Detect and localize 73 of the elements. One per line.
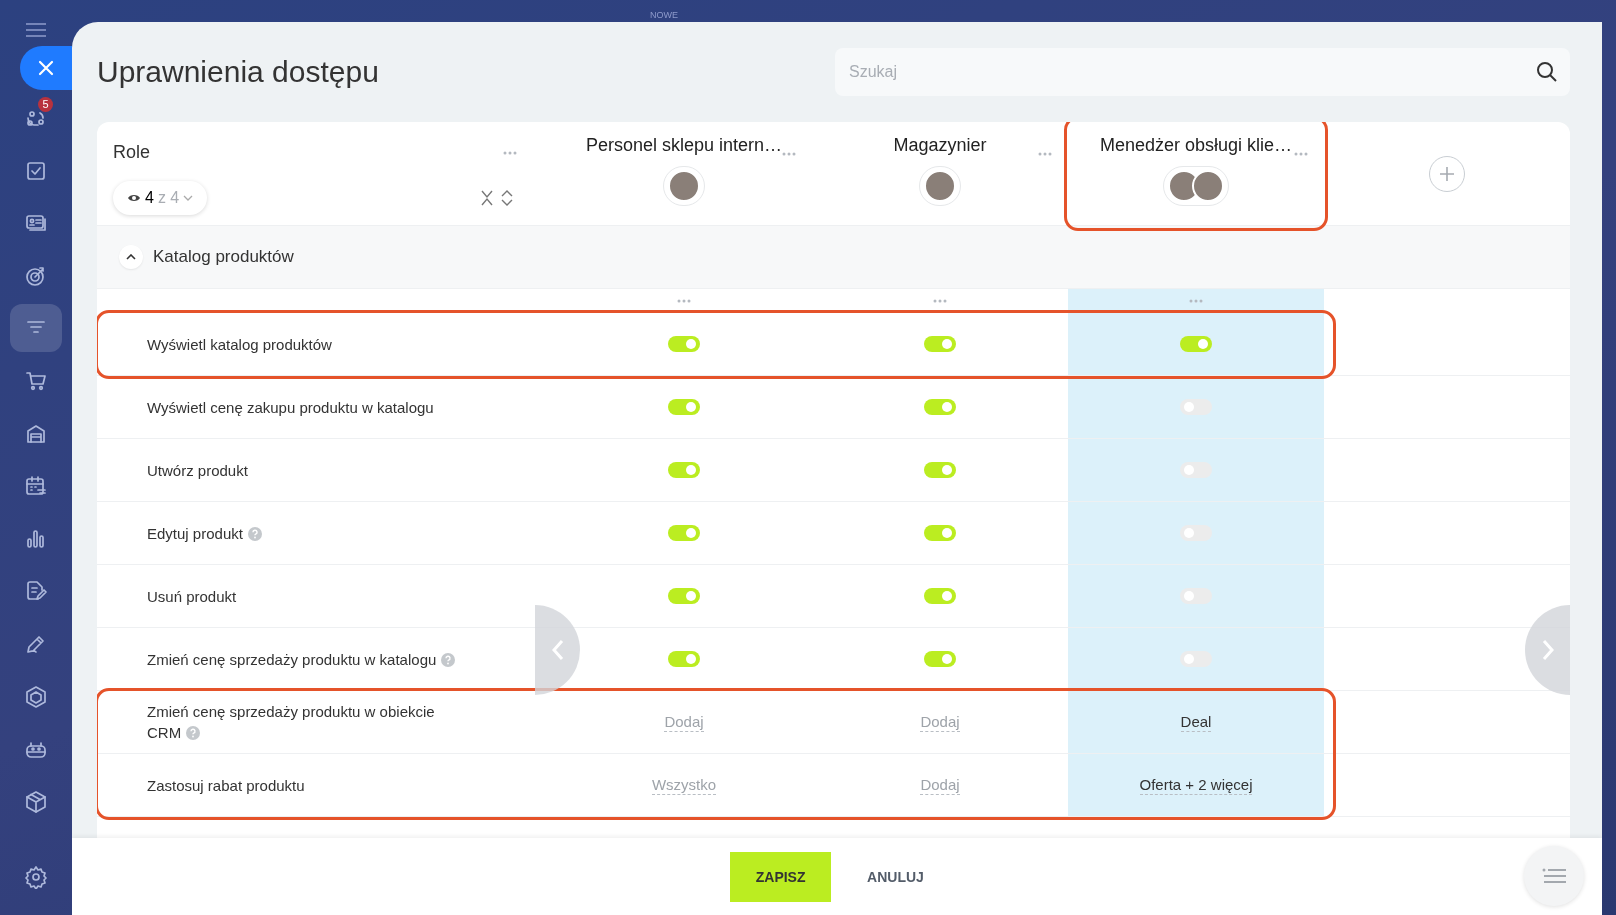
- toggle-switch[interactable]: [1180, 462, 1212, 478]
- toggle-switch[interactable]: [1180, 525, 1212, 541]
- toggle-switch[interactable]: [924, 462, 956, 478]
- help-icon[interactable]: [441, 652, 456, 667]
- more-icon[interactable]: [782, 152, 796, 156]
- permission-label: Utwórz produkt: [147, 460, 248, 481]
- permission-label: Zmień cenę sprzedaży produktu w obiekcie CRM: [147, 702, 436, 743]
- more-icon[interactable]: [677, 299, 691, 303]
- page-title: Uprawnienia dostępu: [97, 55, 379, 89]
- permission-label: Zastosuj rabat produktu: [147, 775, 305, 796]
- toggle-switch[interactable]: [1180, 336, 1212, 352]
- list-icon: [1542, 867, 1566, 885]
- save-button[interactable]: ZAPISZ: [730, 851, 832, 902]
- collapse-section-button[interactable]: [119, 245, 143, 269]
- toggle-switch[interactable]: [924, 399, 956, 415]
- search-icon[interactable]: [1536, 61, 1558, 83]
- toggle-switch[interactable]: [1180, 651, 1212, 667]
- help-icon[interactable]: [247, 526, 262, 541]
- toggle-switch[interactable]: [924, 525, 956, 541]
- close-button[interactable]: [20, 46, 72, 90]
- toggle-switch[interactable]: [668, 651, 700, 667]
- access-selector[interactable]: Deal: [1180, 712, 1212, 732]
- toggle-switch[interactable]: [924, 588, 956, 604]
- avatar-photo: [668, 170, 700, 202]
- more-icon[interactable]: [1038, 152, 1052, 156]
- avatar-photo: [924, 170, 956, 202]
- sidebar-item[interactable]: 5: [10, 94, 62, 142]
- section-title: Katalog produktów: [153, 247, 294, 267]
- role-name: Magazynier: [893, 135, 987, 156]
- eye-icon: [127, 193, 141, 203]
- more-icon[interactable]: [1294, 152, 1308, 156]
- toggle-switch[interactable]: [1180, 399, 1212, 415]
- permission-label: Wyświetl cenę zakupu produktu w katalogu: [147, 397, 434, 418]
- collapse-all-icon[interactable]: [481, 190, 493, 206]
- role-name: Personel sklepu intern…: [585, 135, 783, 156]
- toggle-switch[interactable]: [1180, 588, 1212, 604]
- more-icon[interactable]: [503, 150, 517, 155]
- box-icon: [24, 789, 48, 814]
- more-icon[interactable]: [1189, 299, 1203, 303]
- chevron-down-icon: [183, 195, 194, 201]
- toggle-switch[interactable]: [668, 336, 700, 352]
- role-column-title: Role: [113, 142, 151, 163]
- toggle-switch[interactable]: [924, 651, 956, 667]
- permission-label: Zmień cenę sprzedaży produktu w katalogu: [147, 648, 456, 670]
- visible-roles-dropdown[interactable]: 4 z 4: [113, 181, 208, 215]
- cancel-button[interactable]: ANULUJ: [847, 851, 944, 902]
- toggle-switch[interactable]: [668, 462, 700, 478]
- permission-label: Wyświetl katalog produktów: [147, 334, 332, 355]
- menu-icon[interactable]: [25, 22, 47, 38]
- plus-icon: [1440, 166, 1454, 181]
- background-label: NOWE: [650, 10, 678, 20]
- permission-label: Usuń produkt: [147, 586, 237, 607]
- close-icon: [38, 60, 54, 76]
- toggle-switch[interactable]: [924, 336, 956, 352]
- expand-all-icon[interactable]: [501, 190, 513, 206]
- toggle-switch[interactable]: [668, 588, 700, 604]
- notification-badge: 5: [38, 97, 53, 112]
- access-selector[interactable]: Oferta + 2 więcej: [1139, 775, 1253, 795]
- sidebar-item[interactable]: [10, 304, 62, 353]
- list-menu-button[interactable]: [1524, 846, 1584, 906]
- toggle-switch[interactable]: [668, 525, 700, 541]
- toggle-switch[interactable]: [668, 399, 700, 415]
- chevron-up-icon: [126, 254, 136, 260]
- add-role-button[interactable]: [1429, 155, 1465, 192]
- more-icon[interactable]: [933, 299, 947, 303]
- search-field[interactable]: Szukaj: [835, 48, 1570, 96]
- hexagon-icon: [24, 684, 48, 709]
- chevron-left-icon: [551, 639, 564, 661]
- chevron-right-icon: [1541, 639, 1554, 661]
- role-name: Menedżer obsługi klie…: [1099, 135, 1293, 156]
- permission-label: Edytuj produkt: [147, 522, 262, 544]
- avatar-photo: [1192, 170, 1224, 202]
- help-icon[interactable]: [186, 726, 201, 740]
